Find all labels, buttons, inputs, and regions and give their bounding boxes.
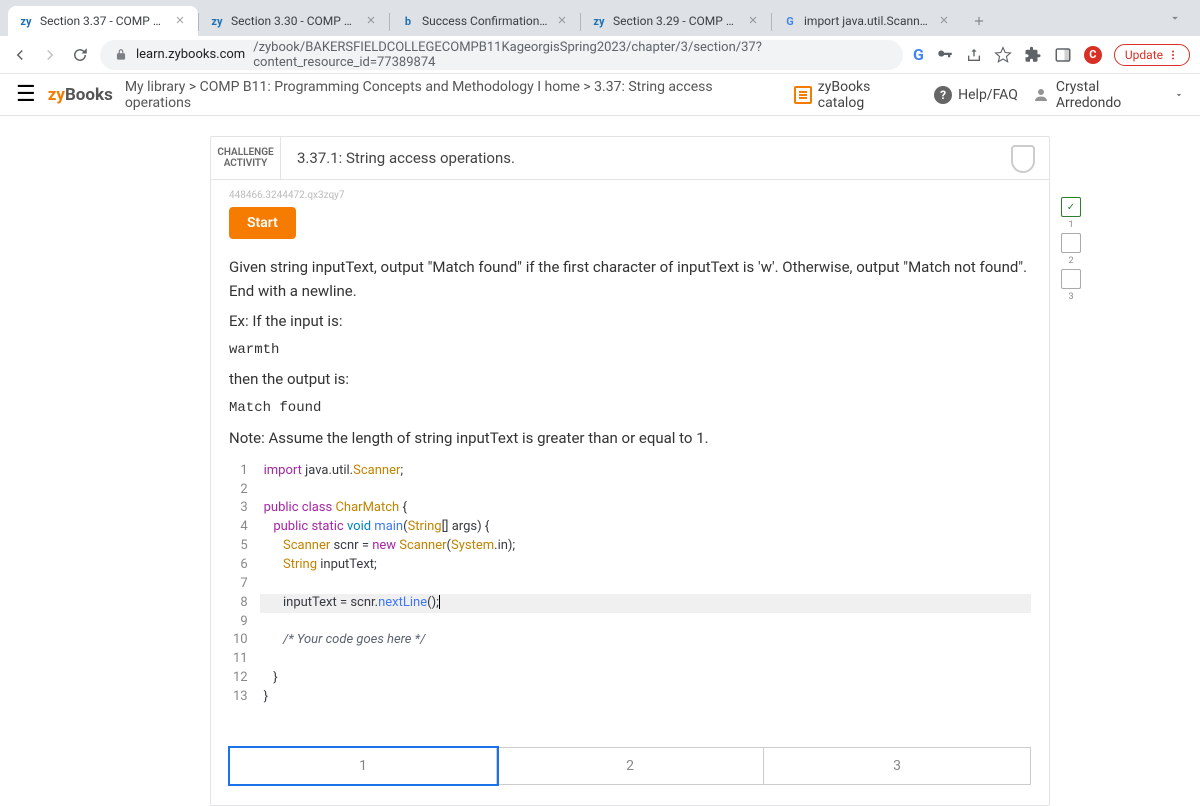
pager-1[interactable]: 1 [230,748,497,784]
close-icon [365,14,377,26]
tab-close-button[interactable] [747,14,761,28]
code-editor[interactable]: 12345678910111213 import java.util.Scann… [229,462,1031,707]
activity-card: ✓1 2 3 CHALLENGE ACTIVITY 3.37.1: String… [210,136,1050,806]
card-header: CHALLENGE ACTIVITY 3.37.1: String access… [211,137,1049,180]
browser-tab[interactable]: zy Section 3.37 - COMP B11: Prog [8,6,198,36]
tab-close-button[interactable] [365,14,379,28]
lock-icon [114,48,128,62]
plus-icon [972,14,986,28]
share-icon[interactable] [966,47,982,63]
tab-overflow-button[interactable] [1158,11,1192,25]
browser-tab[interactable]: zy Section 3.30 - COMP B11: Prog [199,6,389,36]
help-icon: ? [934,86,952,104]
tab-title: Section 3.37 - COMP B11: Prog [40,14,168,28]
shield-icon [1011,145,1035,173]
activity-title: 3.37.1: String access operations. [281,137,531,179]
tab-favicon: zy [18,13,34,29]
tab-favicon: G [782,13,798,29]
line-numbers: 12345678910111213 [229,462,260,707]
update-button[interactable]: Update [1114,44,1190,66]
problem-statement: Given string inputText, output "Match fo… [229,255,1031,450]
question-id: 448466.3244472.qx3zqy7 [229,190,1031,201]
reload-icon [71,46,89,64]
code-content[interactable]: import java.util.Scanner; public class C… [260,462,1031,707]
address-bar: learn.zybooks.com/zybook/BAKERSFIELDCOLL… [0,36,1200,74]
pager: 1 2 3 [229,747,1031,785]
reload-button[interactable] [70,45,90,65]
extension-badge[interactable]: C [1084,46,1102,64]
start-button[interactable]: Start [229,207,296,239]
tab-favicon: zy [591,13,607,29]
tab-close-button[interactable] [938,14,952,28]
browser-tab-bar: zy Section 3.37 - COMP B11: Prog zy Section… [0,0,1200,36]
catalog-link[interactable]: zyBooks catalog [794,79,920,111]
challenge-badge: CHALLENGE ACTIVITY [211,137,281,179]
browser-tab[interactable]: Gimport java.util.Scanner; public [772,6,962,36]
url-host: learn.zybooks.com [136,47,245,62]
pager-2[interactable]: 2 [497,748,764,784]
side-panel-icon[interactable] [1054,46,1072,64]
close-icon [938,14,950,26]
extensions-icon[interactable] [1024,46,1042,64]
step-1[interactable]: ✓1 [1061,197,1081,217]
step-2[interactable]: 2 [1061,233,1081,253]
hamburger-button[interactable]: ☰ [16,82,36,107]
browser-tab[interactable]: b Success Confirmation of Ques [390,6,580,36]
tab-favicon: b [400,13,416,29]
card-body: 448466.3244472.qx3zqy7 Start Given strin… [211,180,1049,805]
step-indicator: ✓1 2 3 [1061,197,1081,289]
tab-favicon: zy [209,13,225,29]
url-path: /zybook/BAKERSFIELDCOLLEGECOMPB11Kageorg… [253,40,889,70]
arrow-left-icon [11,46,29,64]
tab-title: Success Confirmation of Ques [422,14,550,28]
close-icon [174,14,186,26]
new-tab-button[interactable] [962,14,996,28]
more-vert-icon [1167,49,1179,61]
tab-title: import java.util.Scanner; public [804,14,932,28]
catalog-icon [794,86,812,104]
arrow-right-icon [41,46,59,64]
bookmark-icon[interactable] [994,46,1012,64]
pager-3[interactable]: 3 [764,748,1030,784]
help-link[interactable]: ? Help/FAQ [934,86,1018,104]
key-icon[interactable] [936,46,954,64]
step-3[interactable]: 3 [1061,269,1081,289]
chevron-down-icon [1174,90,1184,100]
chevron-down-icon [1168,11,1182,25]
omnibox[interactable]: learn.zybooks.com/zybook/BAKERSFIELDCOLL… [100,40,903,70]
tab-title: Section 3.30 - COMP B11: Prog [231,14,359,28]
tab-close-button[interactable] [174,14,188,28]
user-menu[interactable]: Crystal Arredondo [1032,79,1184,111]
close-icon [747,14,759,26]
forward-button[interactable] [40,45,60,65]
breadcrumb[interactable]: My library > COMP B11: Programming Conce… [125,79,782,111]
page-content: ✓1 2 3 CHALLENGE ACTIVITY 3.37.1: String… [0,136,1200,806]
browser-tab[interactable]: zy Section 3.29 - COMP B11: Prog [581,6,771,36]
back-button[interactable] [10,45,30,65]
close-icon [556,14,568,26]
google-icon[interactable]: G [913,45,924,64]
zybooks-logo[interactable]: zyBooks [48,85,113,105]
tab-title: Section 3.29 - COMP B11: Prog [613,14,741,28]
user-icon [1032,86,1050,104]
addr-actions: G C Update [913,44,1190,66]
tab-close-button[interactable] [556,14,570,28]
zybooks-header: ☰ zyBooks My library > COMP B11: Program… [0,74,1200,116]
